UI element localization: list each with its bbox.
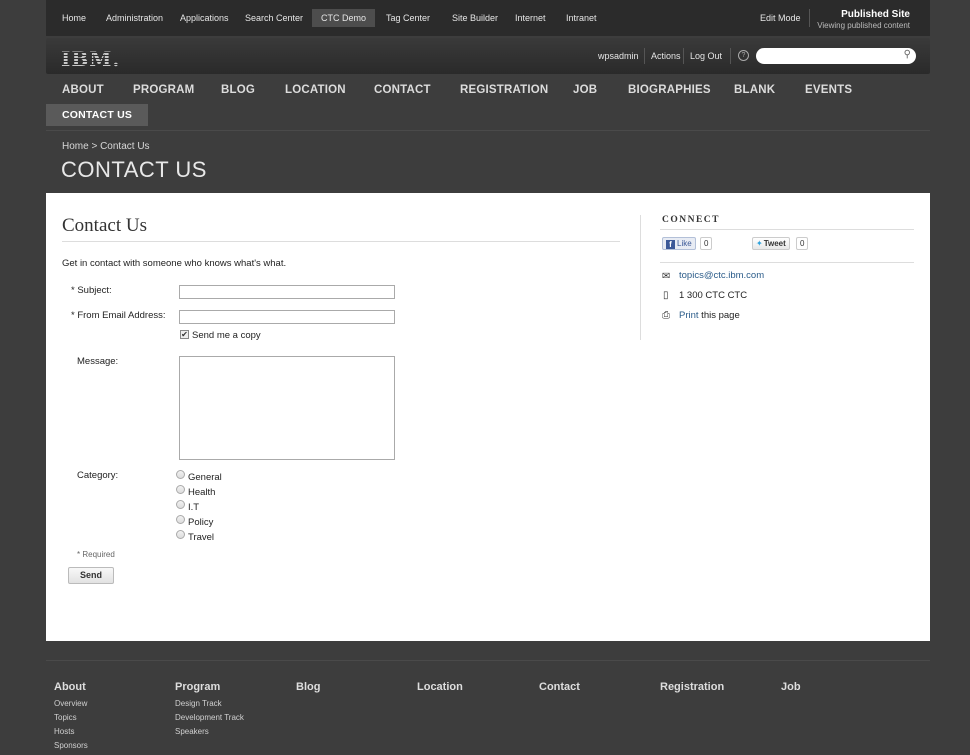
footer-heading-job[interactable]: Job — [781, 681, 801, 693]
footer-link-speakers[interactable]: Speakers — [175, 727, 209, 736]
category-option-label[interactable]: Health — [188, 487, 215, 498]
phone-number: 1 300 CTC CTC — [679, 290, 748, 301]
required-note: * Required — [77, 550, 115, 559]
envelope-icon: ✉ — [662, 271, 671, 282]
message-label: Message: — [77, 356, 119, 367]
phone-icon: ▯ — [663, 290, 669, 301]
footer-divider — [46, 660, 930, 661]
category-option-label[interactable]: Travel — [188, 532, 214, 543]
footer-heading-blog[interactable]: Blog — [296, 681, 320, 693]
toolbar-link-search-center[interactable]: Search Center — [239, 9, 309, 27]
admin-toolbar: Home Administration Applications Search … — [46, 0, 930, 36]
actions-link[interactable]: Actions — [651, 50, 681, 62]
footer-heading-location[interactable]: Location — [417, 681, 463, 693]
footer-heading-registration[interactable]: Registration — [660, 681, 724, 693]
site-header: IBM. wpsadmin Actions Log Out ? ⚲ — [46, 38, 930, 74]
search-icon[interactable]: ⚲ — [904, 49, 911, 60]
footer-heading-about[interactable]: About — [54, 681, 86, 693]
subject-input[interactable] — [179, 285, 395, 299]
email-link[interactable]: topics@ctc.ibm.com — [679, 270, 764, 281]
email-input[interactable] — [179, 310, 395, 324]
nav-item-location[interactable]: LOCATION — [285, 84, 346, 96]
header-separator — [730, 48, 731, 64]
nav-item-contact[interactable]: CONTACT — [374, 84, 431, 96]
nav-item-contact-us[interactable]: CONTACT US — [62, 109, 132, 121]
footer-link-hosts[interactable]: Hosts — [54, 727, 74, 736]
twitter-bird-icon: ✦ — [756, 239, 763, 248]
footer-link-design-track[interactable]: Design Track — [175, 699, 222, 708]
toolbar-link-applications[interactable]: Applications — [174, 9, 235, 27]
tweet-count: 0 — [796, 237, 809, 250]
toolbar-link-administration[interactable]: Administration — [100, 9, 169, 27]
send-copy-label[interactable]: Send me a copy — [192, 330, 261, 341]
facebook-like-button[interactable]: f Like — [662, 237, 696, 250]
footer-heading-program[interactable]: Program — [175, 681, 220, 693]
print-line: Print this page — [679, 310, 740, 321]
category-radio-it[interactable] — [176, 500, 185, 509]
print-suffix: this page — [698, 310, 740, 321]
nav-item-job[interactable]: JOB — [573, 84, 597, 96]
published-site-subtitle: Viewing published content — [817, 21, 910, 30]
category-radio-general[interactable] — [176, 470, 185, 479]
footer-heading-contact[interactable]: Contact — [539, 681, 580, 693]
printer-icon: ⎙ — [662, 310, 670, 321]
category-radio-policy[interactable] — [176, 515, 185, 524]
category-radio-travel[interactable] — [176, 530, 185, 539]
page-title: CONTACT US — [61, 157, 207, 182]
connect-divider — [660, 229, 914, 230]
nav-item-biographies[interactable]: BIOGRAPHIES — [628, 84, 711, 96]
toolbar-link-site-builder[interactable]: Site Builder — [446, 9, 504, 27]
facebook-icon: f — [666, 240, 675, 249]
form-intro-text: Get in contact with someone who knows wh… — [62, 258, 287, 269]
form-heading: Contact Us — [62, 215, 147, 236]
like-label: Like — [677, 239, 692, 248]
footer-link-development-track[interactable]: Development Track — [175, 713, 244, 722]
category-option-label[interactable]: General — [188, 472, 222, 483]
breadcrumb[interactable]: Home > Contact Us — [62, 141, 150, 152]
subject-label: * Subject: — [71, 285, 112, 296]
print-link[interactable]: Print — [679, 310, 699, 321]
tweet-label: Tweet — [763, 239, 786, 248]
nav-item-registration[interactable]: REGISTRATION — [460, 84, 548, 96]
category-radio-health[interactable] — [176, 485, 185, 494]
send-copy-checkbox[interactable]: ✔ — [180, 330, 189, 339]
username-link[interactable]: wpsadmin — [598, 50, 639, 62]
send-button[interactable]: Send — [68, 567, 114, 584]
like-count: 0 — [700, 237, 713, 250]
heading-divider — [62, 241, 620, 242]
tweet-button[interactable]: ✦Tweet — [752, 237, 790, 250]
toolbar-link-home[interactable]: Home — [56, 9, 92, 27]
nav-item-about[interactable]: ABOUT — [62, 84, 104, 96]
search-input[interactable]: ⚲ — [756, 48, 916, 64]
edit-mode-button[interactable]: Edit Mode — [752, 9, 810, 27]
help-icon[interactable]: ? — [738, 50, 749, 61]
footer-link-topics[interactable]: Topics — [54, 713, 77, 722]
footer-link-overview[interactable]: Overview — [54, 699, 87, 708]
email-label: * From Email Address: — [71, 310, 166, 321]
nav-item-blank[interactable]: BLANK — [734, 84, 775, 96]
toolbar-link-ctc-demo[interactable]: CTC Demo — [312, 9, 376, 27]
category-label: Category: — [77, 470, 119, 481]
category-option-label[interactable]: I.T — [188, 502, 199, 513]
message-textarea[interactable] — [179, 356, 395, 460]
footer-link-sponsors[interactable]: Sponsors — [54, 741, 88, 750]
nav-item-events[interactable]: EVENTS — [805, 84, 852, 96]
published-site-title[interactable]: Published Site — [841, 9, 910, 20]
ibm-logo[interactable]: IBM. — [61, 47, 120, 71]
toolbar-link-intranet[interactable]: Intranet — [560, 9, 603, 27]
nav-item-program[interactable]: PROGRAM — [133, 84, 194, 96]
nav-divider — [46, 130, 930, 131]
connect-heading: CONNECT — [662, 215, 721, 225]
connect-divider — [660, 262, 914, 263]
category-option-label[interactable]: Policy — [188, 517, 213, 528]
toolbar-link-internet[interactable]: Internet — [509, 9, 552, 27]
column-divider — [640, 215, 641, 340]
nav-item-blog[interactable]: BLOG — [221, 84, 255, 96]
header-separator — [644, 48, 645, 64]
header-separator — [683, 48, 684, 64]
toolbar-link-tag-center[interactable]: Tag Center — [380, 9, 436, 27]
logout-link[interactable]: Log Out — [690, 50, 722, 62]
